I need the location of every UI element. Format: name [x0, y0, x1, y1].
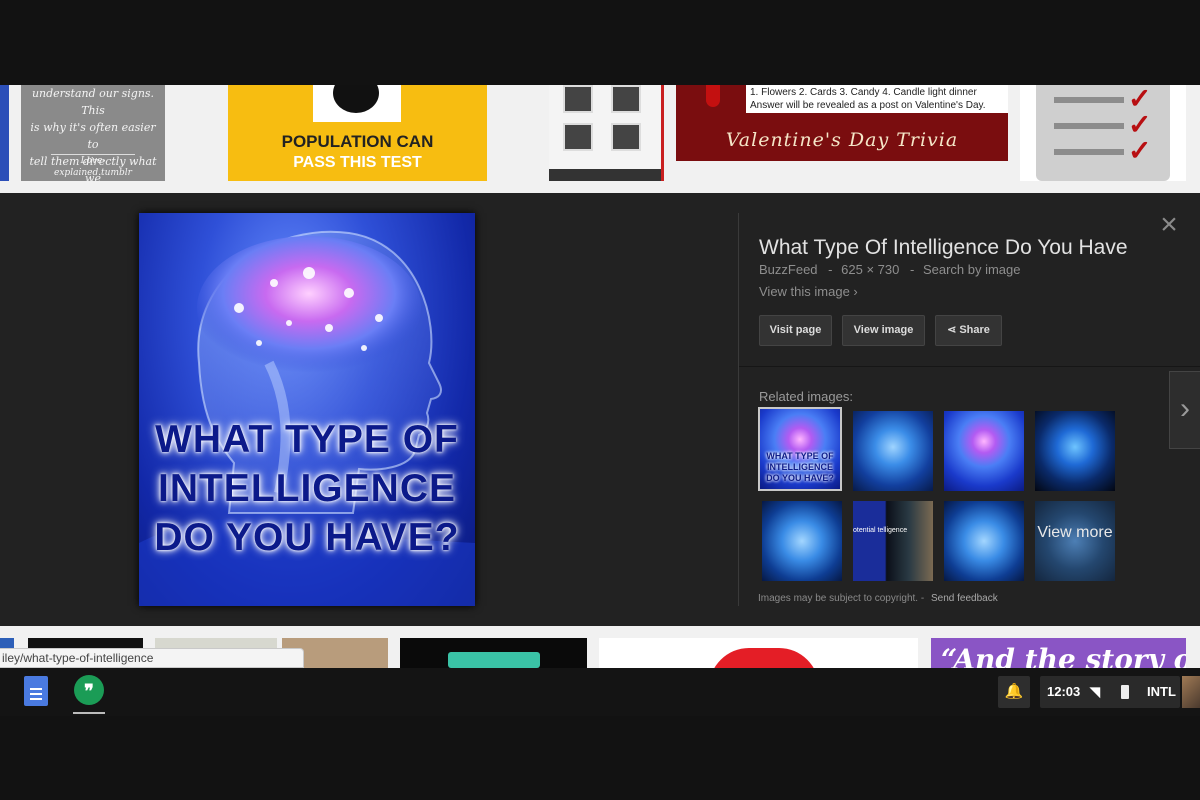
related-image-thumbnail[interactable] — [762, 501, 842, 581]
result-thumbnail-checklist[interactable]: ✓ ✓ ✓ — [1020, 85, 1186, 181]
chevron-right-icon: › — [1180, 392, 1190, 425]
thumb-text-line: POPULATION CAN — [281, 132, 434, 151]
thumb-text-line: understand our signs. This — [31, 87, 155, 117]
wifi-icon: ◥ — [1090, 684, 1100, 699]
status-url-bubble: iley/what-type-of-intelligence — [0, 648, 304, 668]
share-button[interactable]: ⋖ Share — [935, 315, 1002, 346]
search-by-image-link[interactable]: Search by image — [923, 262, 1021, 277]
related-thumb-text: otential telligence — [853, 527, 908, 534]
panel-divider — [738, 213, 739, 606]
related-image-thumbnail[interactable]: otential telligence — [853, 501, 933, 581]
thumb-text-line: is why it's often easier to — [30, 121, 156, 151]
meta-separator: - — [909, 262, 915, 277]
result-thumbnail-population[interactable]: POPULATION CAN PASS THIS TEST — [228, 85, 487, 181]
preview-caption-line: INTELLIGENCE — [157, 467, 456, 510]
source-link[interactable]: BuzzFeed — [759, 262, 818, 277]
image-title: What Type Of Intelligence Do You Have — [759, 236, 1128, 259]
copyright-note: Images may be subject to copyright. - Se… — [758, 593, 998, 604]
notification-bell-icon[interactable]: 🔔 — [998, 676, 1030, 708]
docs-icon[interactable] — [22, 674, 56, 710]
result-thumbnail[interactable] — [0, 85, 9, 181]
related-images-label: Related images: — [759, 389, 853, 404]
screen: understand our signs. This is why it's o… — [0, 0, 1200, 800]
image-dimensions: 625 × 730 — [841, 262, 900, 277]
share-icon: ⋖ — [947, 324, 957, 336]
meta-separator: - — [828, 262, 833, 277]
view-this-image-link[interactable]: View this image › — [759, 284, 858, 299]
share-label: Share — [959, 324, 990, 336]
related-image-thumbnail[interactable]: WHAT TYPE OF INTELLIGENCE DO YOU HAVE? — [758, 407, 842, 491]
related-image-thumbnail[interactable] — [944, 411, 1024, 491]
view-more-label: View more — [1037, 524, 1113, 541]
preview-caption-line: WHAT TYPE OF — [155, 418, 459, 461]
send-feedback-link[interactable]: Send feedback — [931, 593, 998, 604]
related-image-thumbnail[interactable] — [853, 411, 933, 491]
video-controls-bar — [549, 169, 661, 181]
related-thumb-text: WHAT TYPE OF INTELLIGENCE DO YOU HAVE? — [766, 451, 834, 483]
view-image-button[interactable]: View image — [842, 315, 925, 346]
preview-caption-line: DO YOU HAVE? — [154, 516, 460, 559]
user-avatar[interactable] — [1182, 676, 1200, 708]
clipboard-icon: ✓ ✓ ✓ — [1036, 85, 1170, 181]
system-tray[interactable]: 12:03 ◥ INTL — [1040, 676, 1180, 708]
thumb-answer-text: 1. Flowers 2. Cards 3. Candy 4. Candle l… — [746, 85, 1008, 113]
related-image-thumbnail[interactable] — [944, 501, 1024, 581]
clock: 12:03 — [1047, 684, 1081, 699]
os-shelf: ❞ 🔔 12:03 ◥ INTL — [0, 668, 1200, 716]
result-thumbnail-signs[interactable]: understand our signs. This is why it's o… — [21, 85, 165, 181]
result-thumbnail-valentine[interactable]: 1. Flowers 2. Cards 3. Candy 4. Candle l… — [676, 85, 1008, 161]
close-icon[interactable]: × — [1156, 210, 1182, 240]
thumb-credit: Love-explained.tumblr — [51, 154, 135, 179]
result-thumbnail-video[interactable] — [549, 85, 664, 181]
thumb-title: Valentine's Day Trivia — [725, 129, 959, 151]
result-thumbnail-quote[interactable]: “And the story of — [931, 638, 1186, 668]
screen-bottom — [0, 716, 1200, 800]
thumb-text-line: PASS THIS TEST — [293, 154, 422, 171]
image-meta: BuzzFeed - 625 × 730 - Search by image — [759, 262, 1023, 277]
related-image-thumbnail[interactable] — [1035, 411, 1115, 491]
image-preview-panel: WHAT TYPE OF INTELLIGENCE DO YOU HAVE? ×… — [0, 193, 1200, 626]
thumb-graphic — [313, 85, 401, 122]
preview-image[interactable]: WHAT TYPE OF INTELLIGENCE DO YOU HAVE? — [139, 213, 475, 606]
results-row-top: understand our signs. This is why it's o… — [0, 85, 1200, 193]
result-thumbnail[interactable] — [400, 638, 587, 668]
battery-icon — [1121, 685, 1129, 699]
section-divider — [739, 366, 1200, 367]
quote-text: “And the story of — [941, 643, 1186, 668]
copyright-text: Images may be subject to copyright. — [758, 593, 919, 604]
input-method-indicator: INTL — [1147, 684, 1176, 699]
heart-icon — [706, 85, 720, 107]
running-indicator — [73, 712, 105, 714]
hangouts-icon[interactable]: ❞ — [72, 674, 106, 714]
visit-page-button[interactable]: Visit page — [759, 315, 832, 346]
view-more-button[interactable]: View more — [1035, 501, 1115, 581]
result-thumbnail[interactable] — [599, 638, 918, 668]
footer-separator: - — [920, 593, 925, 604]
next-image-button[interactable]: › — [1169, 371, 1200, 449]
